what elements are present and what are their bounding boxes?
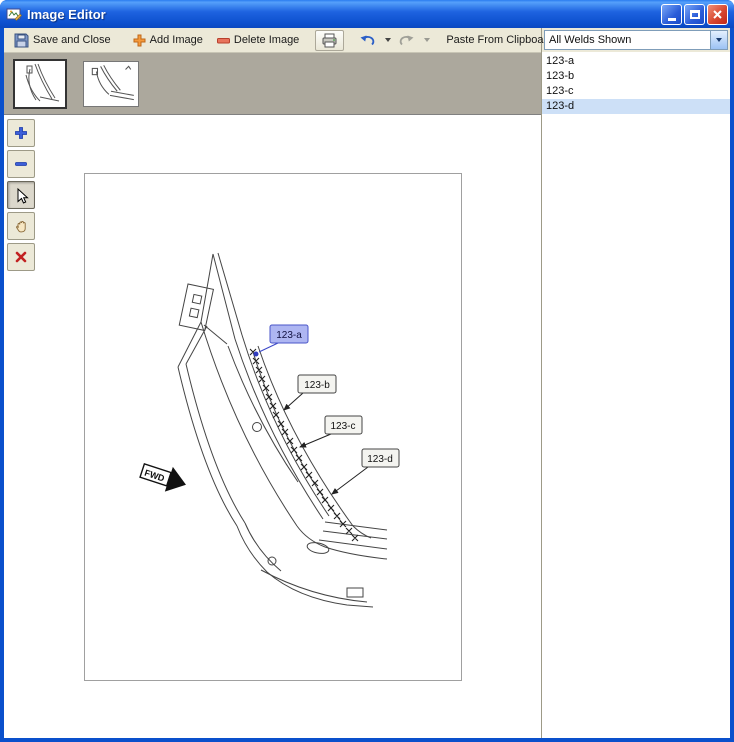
weld-filter-dropdown[interactable]: All Welds Shown <box>544 30 728 50</box>
svg-text:123-d: 123-d <box>367 454 393 465</box>
minus-icon <box>15 162 27 166</box>
undo-dropdown-arrow[interactable] <box>385 38 392 42</box>
window-title: Image Editor <box>27 6 106 22</box>
weld-label-123-b[interactable]: 123-b <box>283 374 337 411</box>
paste-from-clipboard-label: Paste From Clipboard <box>446 34 554 46</box>
weld-filter-dropdown-button[interactable] <box>710 31 727 49</box>
pan-tool-button[interactable] <box>7 212 35 240</box>
paste-from-clipboard-button[interactable]: Paste From Clipboard <box>440 31 559 49</box>
zoom-out-button[interactable] <box>7 150 35 178</box>
chevron-down-icon <box>716 38 722 42</box>
cursor-icon <box>17 187 29 204</box>
thumbnail-2[interactable] <box>83 60 139 107</box>
print-button[interactable] <box>315 29 345 51</box>
main-toolbar: Save and Close Add Image Delete Image Pa… <box>4 28 553 52</box>
weld-point-123-a <box>253 351 259 357</box>
select-tool-button[interactable] <box>7 181 35 209</box>
fwd-arrow: FWD <box>139 463 186 492</box>
weld-list-panel: 123-a 123-b 123-c 123-d <box>542 52 730 738</box>
maximize-button[interactable] <box>684 3 705 25</box>
close-button[interactable] <box>707 3 728 25</box>
image-page[interactable]: FWD 123-a 123-b 123-c 123-d <box>84 173 462 681</box>
weld-label-123-a[interactable]: 123-a <box>253 324 309 357</box>
image-editor-window: Image Editor Save and Close Add Image De… <box>0 0 734 742</box>
weld-list-item-123-d[interactable]: 123-d <box>542 99 730 114</box>
delete-image-label: Delete Image <box>233 34 300 46</box>
minus-icon <box>216 37 230 43</box>
hand-icon <box>15 220 26 232</box>
thumbnail-1-preview <box>25 63 60 101</box>
undo-icon <box>360 35 375 45</box>
close-icon <box>713 9 722 19</box>
red-x-icon <box>15 251 27 263</box>
undo-button[interactable] <box>354 31 381 50</box>
weld-label-123-d[interactable]: 123-d <box>331 448 400 495</box>
svg-text:123-a: 123-a <box>276 330 302 341</box>
save-and-close-button[interactable]: Save and Close <box>8 30 117 51</box>
thumbnail-strip <box>4 52 541 114</box>
zoom-in-button[interactable] <box>7 119 35 147</box>
thumbnail-1[interactable] <box>13 58 67 109</box>
weld-filter-value: All Welds Shown <box>549 34 632 46</box>
redo-dropdown-arrow[interactable] <box>424 38 431 42</box>
canvas-area[interactable]: FWD 123-a 123-b 123-c 123-d <box>4 114 541 738</box>
add-image-button[interactable]: Add Image <box>127 31 209 50</box>
minimize-icon <box>667 17 676 21</box>
redo-icon <box>400 35 414 45</box>
save-and-close-label: Save and Close <box>33 34 111 46</box>
weld-list-item-123-c[interactable]: 123-c <box>542 84 730 99</box>
printer-icon <box>322 33 337 47</box>
technical-drawing: FWD 123-a 123-b 123-c 123-d <box>139 252 400 608</box>
weld-list-item-123-b[interactable]: 123-b <box>542 69 730 84</box>
thumbnail-2-preview <box>91 64 134 100</box>
titlebar[interactable]: Image Editor <box>0 0 734 28</box>
maximize-icon <box>689 9 700 19</box>
delete-image-button[interactable]: Delete Image <box>211 31 305 49</box>
redo-button[interactable] <box>393 31 420 50</box>
svg-text:123-b: 123-b <box>304 380 330 391</box>
save-icon <box>14 33 29 47</box>
weld-label-123-c[interactable]: 123-c <box>299 415 363 448</box>
plus-icon <box>15 127 27 139</box>
app-icon <box>6 8 22 21</box>
add-image-label: Add Image <box>149 34 203 46</box>
delete-tool-button[interactable] <box>7 243 35 271</box>
window-content: Save and Close Add Image Delete Image Pa… <box>4 28 730 738</box>
minimize-button[interactable] <box>661 3 682 25</box>
weld-list-item-123-a[interactable]: 123-a <box>542 54 730 69</box>
tool-column <box>7 119 35 271</box>
svg-text:123-c: 123-c <box>330 421 355 432</box>
plus-icon <box>133 34 146 46</box>
